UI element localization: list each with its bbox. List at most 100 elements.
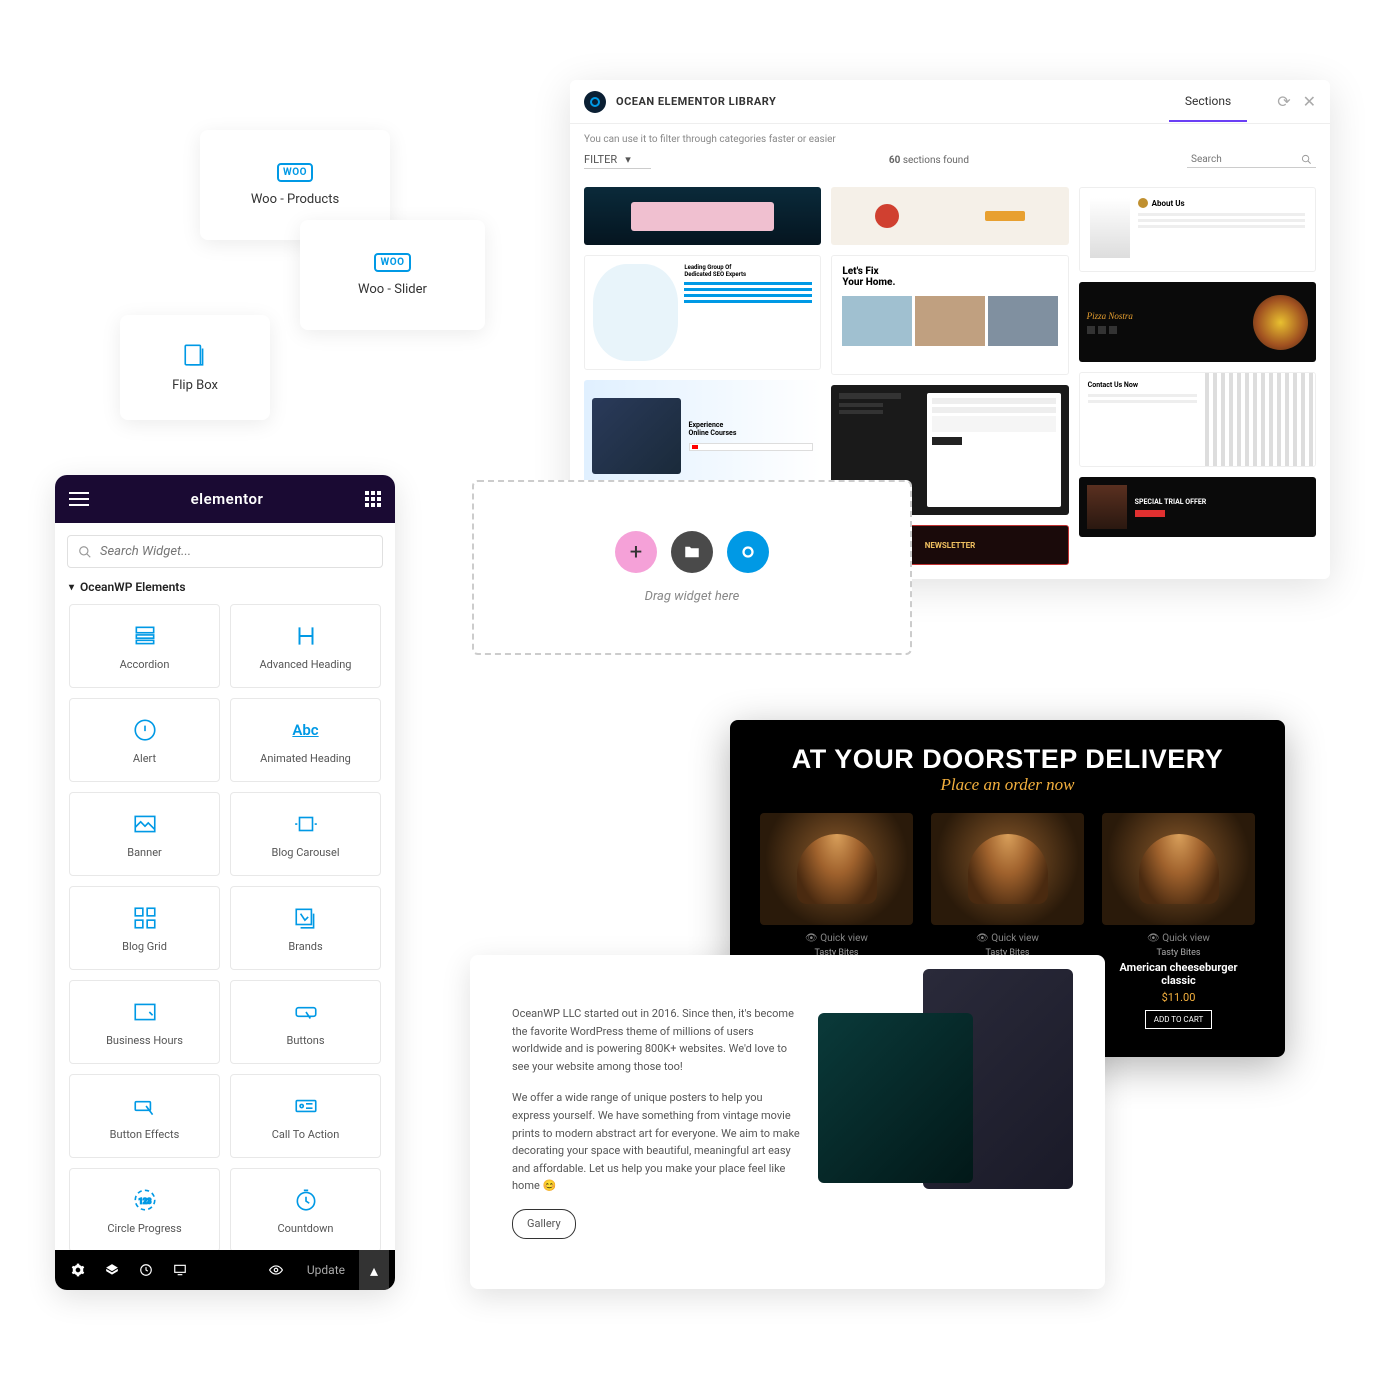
grid-icon[interactable] [365,491,381,507]
template-thumb[interactable]: Let's FixYour Home. [831,255,1068,375]
library-toolbar: FILTER ▾ 60 sections found [570,151,1330,179]
widget-alert[interactable]: Alert [69,698,220,782]
effects-icon [131,1092,159,1120]
template-thumb[interactable]: Contact Us Now [1079,372,1316,467]
widget-brands[interactable]: Brands [230,886,381,970]
library-search-input[interactable] [1191,154,1301,165]
brands-icon [292,904,320,932]
search-icon [78,545,92,559]
quick-view[interactable]: 👁 Quick view [760,933,913,944]
template-thumb[interactable]: SPECIAL TRIAL OFFER [1079,477,1316,537]
widget-label: Flip Box [172,378,218,393]
template-thumb[interactable]: ExperienceOnline Courses [584,380,821,492]
menu-icon[interactable] [69,492,89,506]
template-thumb[interactable]: Pizza Nostra [1079,282,1316,362]
burger-subtitle: Place an order now [760,775,1255,795]
product-price: $11.00 [1102,991,1255,1004]
search-input[interactable] [100,544,372,559]
add-to-cart-button[interactable]: ADD TO CART [1145,1010,1213,1029]
about-images [841,1005,1063,1239]
update-button[interactable]: Update [293,1263,359,1277]
product-category: Tasty Bites [1102,948,1255,958]
chevron-up-icon[interactable]: ▴ [359,1250,389,1290]
buttons-icon [292,998,320,1026]
progress-icon: 123 [131,1186,159,1214]
product-image [1102,813,1255,925]
template-folder-button[interactable] [671,531,713,573]
quick-view[interactable]: 👁 Quick view [1102,933,1255,944]
svg-text:123: 123 [138,1196,151,1205]
countdown-icon [292,1186,320,1214]
widget-cta[interactable]: Call To Action [230,1074,381,1158]
add-section-button[interactable]: + [615,531,657,573]
close-icon[interactable]: ✕ [1303,92,1316,111]
ocean-library-button[interactable] [727,531,769,573]
flip-box-icon [182,342,208,368]
template-thumb[interactable] [831,187,1068,245]
widget-countdown[interactable]: Countdown [230,1168,381,1250]
widget-banner[interactable]: Banner [69,792,220,876]
woo-icon: WOO [374,253,410,272]
settings-icon[interactable] [61,1250,95,1290]
hours-icon [131,998,159,1026]
product-image [760,813,913,925]
layers-icon[interactable] [95,1250,129,1290]
search-icon [1301,154,1312,165]
template-thumb[interactable]: About Us [1079,187,1316,272]
widget-circle-progress[interactable]: 123Circle Progress [69,1168,220,1250]
widget-card-flip-box[interactable]: Flip Box [120,315,270,420]
grid-icon [131,904,159,932]
widget-buttons[interactable]: Buttons [230,980,381,1064]
heading-icon [292,622,320,650]
widget-advanced-heading[interactable]: Advanced Heading [230,604,381,688]
about-paragraph: OceanWP LLC started out in 2016. Since t… [512,1005,801,1075]
filter-select[interactable]: FILTER ▾ [584,151,651,169]
abc-icon: Abc [292,716,320,744]
template-thumb[interactable] [584,187,821,245]
woo-icon: WOO [277,163,313,182]
about-paragraph: We offer a wide range of unique posters … [512,1089,801,1195]
widget-accordion[interactable]: Accordion [69,604,220,688]
product-image [931,813,1084,925]
gallery-button[interactable]: Gallery [512,1209,576,1239]
sync-icon[interactable]: ⟳ [1277,92,1290,111]
template-thumb[interactable]: Leading Group OfDedicated SEO Experts [584,255,821,370]
product-item[interactable]: 👁 Quick view Tasty Bites American cheese… [1102,813,1255,1029]
panel-header: elementor [55,475,395,523]
responsive-icon[interactable] [163,1250,197,1290]
quick-view[interactable]: 👁 Quick view [931,933,1084,944]
product-name: American cheeseburger classic [1102,961,1255,987]
drop-zone[interactable]: + Drag widget here [472,480,912,655]
widget-blog-carousel[interactable]: Blog Carousel [230,792,381,876]
preview-about: OceanWP LLC started out in 2016. Since t… [470,955,1105,1289]
banner-icon [131,810,159,838]
drop-label: Drag widget here [645,589,740,604]
widget-label: Woo - Products [251,192,339,207]
about-image [818,1013,973,1183]
library-title: OCEAN ELEMENTOR LIBRARY [616,95,776,108]
history-icon[interactable] [129,1250,163,1290]
elementor-panel: elementor OceanWP Elements Accordion Adv… [55,475,395,1290]
search-input-wrap [67,535,383,568]
library-search [1187,152,1316,168]
section-header[interactable]: OceanWP Elements [55,580,395,594]
widget-business-hours[interactable]: Business Hours [69,980,220,1064]
ocean-logo-icon [584,91,606,113]
cta-icon [292,1092,320,1120]
panel-title: elementor [89,490,365,508]
widget-blog-grid[interactable]: Blog Grid [69,886,220,970]
widgets-grid: Accordion Advanced Heading Alert AbcAnim… [55,604,395,1250]
tab-sections[interactable]: Sections [1169,82,1247,122]
library-header: OCEAN ELEMENTOR LIBRARY Sections ⟳ ✕ [570,80,1330,124]
widget-animated-heading[interactable]: AbcAnimated Heading [230,698,381,782]
widget-card-woo-slider[interactable]: WOO Woo - Slider [300,220,485,330]
info-icon [131,716,159,744]
preview-icon[interactable] [259,1250,293,1290]
widget-label: Woo - Slider [358,282,427,297]
widget-button-effects[interactable]: Button Effects [69,1074,220,1158]
panel-footer: Update ▴ [55,1250,395,1290]
burger-title: AT YOUR DOORSTEP DELIVERY [760,744,1255,775]
filter-hint: You can use it to filter through categor… [570,124,1330,151]
results-count: 60 sections found [671,155,1187,166]
carousel-icon [292,810,320,838]
